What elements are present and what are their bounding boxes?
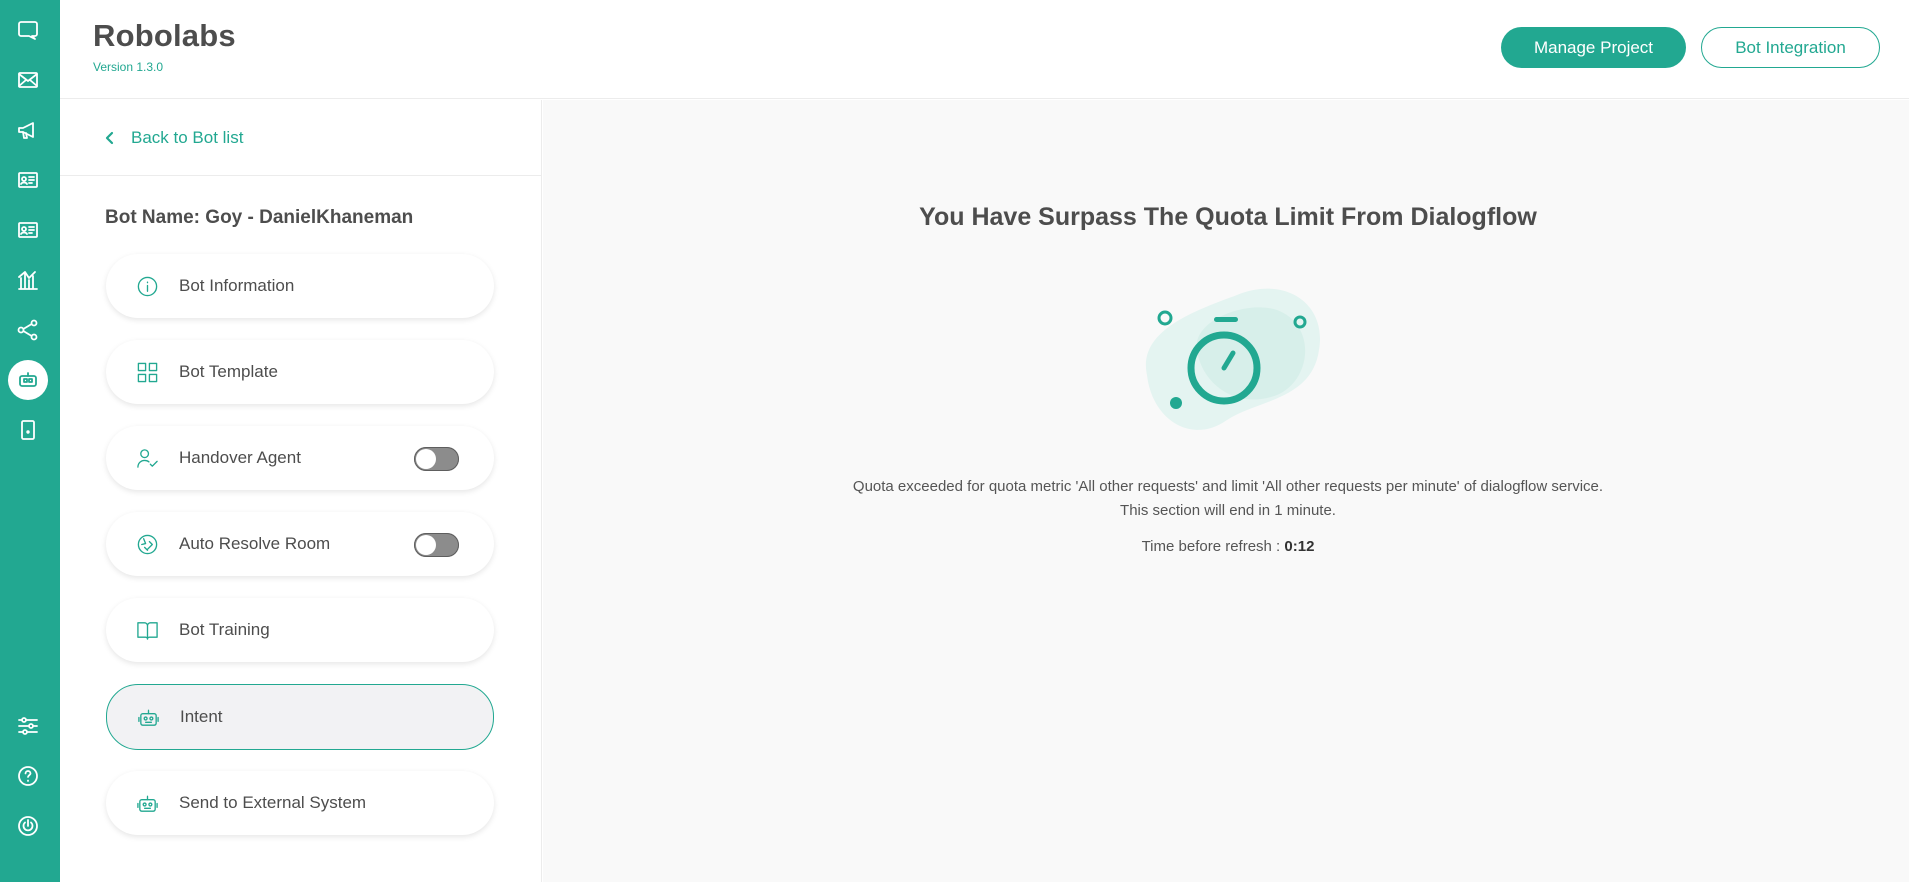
auto-resolve-icon [136,533,159,556]
menu-item-label: Bot Template [179,362,278,381]
chevron-left-icon [105,131,114,145]
menu-item-label: Send to External System [179,793,367,812]
bot-integration-button[interactable]: Bot Integration [1701,27,1880,68]
robot-icon [136,792,159,815]
nav-settings[interactable] [8,706,48,746]
app-version: Version 1.3.0 [93,60,164,74]
nav-chat[interactable] [8,10,48,50]
contact-card-icon [18,222,38,238]
menu-item-label: Handover Agent [179,448,301,467]
top-header: Robolabs Version 1.3.0 Manage Project Bo… [60,0,1909,99]
power-icon [18,816,38,836]
refresh-label: Time before refresh : [1141,538,1285,555]
analytics-icon [18,271,38,290]
menu-bot-training[interactable]: Bot Training [106,598,494,662]
nav-logout[interactable] [8,806,48,846]
back-link-label: Back to Bot list [131,128,244,147]
contact-card-icon [18,172,38,188]
menu-send-to-external-system[interactable]: Send to External System [106,771,494,835]
info-icon [136,275,159,298]
nav-help[interactable] [8,756,48,796]
back-to-bot-list-link[interactable]: Back to Bot list [103,124,243,152]
sliders-icon [18,717,38,735]
menu-bot-information[interactable]: Bot Information [106,254,494,318]
nav-contacts[interactable] [8,160,48,200]
robot-icon [137,706,160,729]
quota-error-title: You Have Surpass The Quota Limit From Di… [919,203,1537,231]
message-line-2: This section will end in 1 minute. [1120,502,1336,519]
bot-icon [19,372,37,387]
refresh-countdown: Time before refresh : 0:12 [543,538,1909,555]
grid-icon [136,361,159,384]
nav-bot[interactable] [8,360,48,400]
refresh-timer-value: 0:12 [1284,538,1315,555]
menu-intent[interactable]: Intent [106,684,494,750]
menu-item-label: Bot Training [179,620,270,639]
menu-auto-resolve-room[interactable]: Auto Resolve Room [106,512,494,576]
menu-item-label: Bot Information [179,276,295,295]
bot-settings-panel: Back to Bot list Bot Name: Goy - DanielK… [60,100,542,882]
mail-icon [18,72,38,88]
share-nodes-icon [17,319,38,341]
message-line-1: Quota exceeded for quota metric 'All oth… [852,478,1604,495]
nav-customers[interactable] [8,210,48,250]
divider [60,175,542,176]
tablet-icon [21,420,35,440]
quota-error-message: Quota exceeded for quota metric 'All oth… [543,475,1909,523]
icon-rail [0,0,60,882]
manage-project-button[interactable]: Manage Project [1501,27,1686,68]
main-content: You Have Surpass The Quota Limit From Di… [543,100,1909,882]
nav-analytics[interactable] [8,260,48,300]
nav-integration[interactable] [8,310,48,350]
user-check-icon [136,447,159,470]
menu-item-label: Auto Resolve Room [179,534,331,553]
app-title: Robolabs [93,18,236,53]
nav-device[interactable] [8,410,48,450]
help-icon [18,766,38,786]
book-icon [136,619,159,642]
nav-broadcast[interactable] [8,110,48,150]
auto-resolve-room-toggle[interactable] [414,533,459,557]
menu-item-label: Intent [180,707,223,726]
megaphone-icon [18,122,34,139]
handover-agent-toggle[interactable] [414,447,459,471]
stopwatch-icon [1145,288,1321,430]
bot-name: Bot Name: Goy - DanielKhaneman [105,207,414,228]
menu-handover-agent[interactable]: Handover Agent [106,426,494,490]
chat-icon [18,21,38,40]
menu-bot-template[interactable]: Bot Template [106,340,494,404]
nav-mail[interactable] [8,60,48,100]
